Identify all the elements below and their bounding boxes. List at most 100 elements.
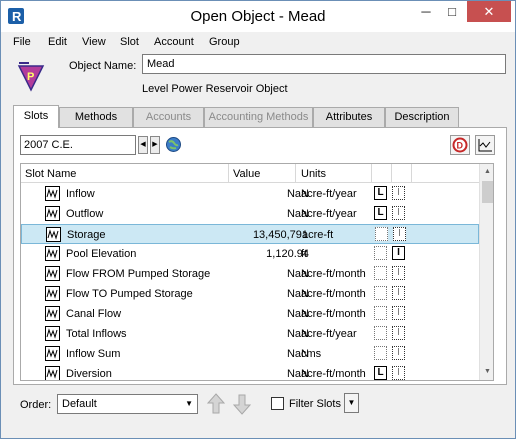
flag-2-icon[interactable]: I [392, 286, 405, 300]
series-slot-icon [45, 206, 60, 221]
table-row[interactable]: Storage 13,450,791 acre-ft I [21, 224, 479, 244]
col-value[interactable]: Value [233, 168, 260, 180]
slot-name: Diversion [66, 368, 112, 380]
series-slot-icon [46, 227, 61, 242]
plot-icon[interactable] [475, 135, 495, 155]
table-row[interactable]: Pool Elevation 1,120.94 ft I [21, 244, 479, 264]
tab-description[interactable]: Description [385, 107, 459, 127]
slot-name: Inflow Sum [66, 348, 121, 360]
series-slot-icon [45, 186, 60, 201]
slot-name: Outflow [66, 208, 104, 220]
menu-account[interactable]: Account [154, 36, 194, 48]
filter-dropdown-button[interactable]: ▼ [344, 393, 359, 413]
slot-name: Canal Flow [66, 308, 122, 320]
col-slot-name[interactable]: Slot Name [25, 168, 76, 180]
globe-icon[interactable] [165, 136, 182, 153]
dispatch-disable-icon[interactable]: D [450, 135, 470, 155]
order-selected-value: Default [62, 398, 97, 410]
menu-edit[interactable]: Edit [48, 36, 67, 48]
filter-slots-checkbox[interactable] [271, 397, 284, 410]
slot-units: cms [301, 348, 322, 360]
flag-2-icon[interactable]: I [392, 266, 405, 280]
slot-name: Flow FROM Pumped Storage [66, 268, 211, 280]
flag-1-icon[interactable]: L [374, 206, 387, 220]
flag-2-icon[interactable]: I [392, 206, 405, 220]
previous-timestep-button[interactable]: ◀ [138, 136, 148, 154]
series-slot-icon [45, 266, 60, 281]
menu-slot[interactable]: Slot [120, 36, 139, 48]
menu-view[interactable]: View [82, 36, 106, 48]
slot-units: acre-ft/year [301, 188, 357, 200]
flag-1-icon[interactable] [374, 306, 387, 320]
slots-table: Slot Name Value Units Inflow NaN acre-ft/y… [20, 163, 494, 381]
minimize-button[interactable]: ─ [413, 1, 439, 22]
tab-attributes[interactable]: Attributes [313, 107, 385, 127]
flag-2-icon[interactable]: I [392, 306, 405, 320]
scroll-thumb[interactable] [482, 181, 493, 203]
chevron-down-icon: ▼ [185, 399, 193, 408]
move-down-button[interactable] [232, 392, 252, 416]
table-row[interactable]: Total Inflows NaN acre-ft/year I [21, 324, 479, 344]
slot-units: acre-ft/month [301, 288, 366, 300]
object-name-label: Object Name: [69, 60, 137, 72]
tab-bar: Slots Methods Accounts Accounting Method… [13, 105, 508, 128]
close-button[interactable]: ✕ [467, 1, 511, 22]
slot-name: Inflow [66, 188, 95, 200]
order-dropdown[interactable]: Default ▼ [57, 394, 198, 414]
object-type-text: Level Power Reservoir Object [142, 83, 288, 95]
slot-units: acre-ft/year [301, 208, 357, 220]
series-slot-icon [45, 306, 60, 321]
flag-1-icon[interactable] [374, 286, 387, 300]
flag-1-icon[interactable] [374, 266, 387, 280]
series-slot-icon [45, 246, 60, 261]
table-row[interactable]: Outflow NaN acre-ft/year L I [21, 204, 479, 224]
object-name-field[interactable]: Mead [142, 54, 506, 74]
flag-2-icon[interactable]: I [392, 366, 405, 380]
slot-name: Pool Elevation [66, 248, 137, 260]
move-up-button[interactable] [206, 392, 226, 416]
slot-value: 13,450,791 [252, 229, 308, 241]
menu-group[interactable]: Group [209, 36, 240, 48]
series-slot-icon [45, 366, 60, 380]
slot-name: Flow TO Pumped Storage [66, 288, 193, 300]
slot-units: acre-ft/month [301, 308, 366, 320]
table-row[interactable]: Flow FROM Pumped Storage NaN acre-ft/month… [21, 264, 479, 284]
series-slot-icon [45, 326, 60, 341]
slot-units: acre-ft/month [301, 368, 366, 380]
reservoir-object-icon: P [17, 58, 45, 92]
flag-1-icon[interactable] [374, 246, 387, 260]
col-units[interactable]: Units [301, 168, 326, 180]
maximize-button[interactable]: □ [439, 1, 465, 22]
flag-2-icon[interactable]: I [392, 346, 405, 360]
series-slot-icon [45, 346, 60, 361]
table-row[interactable]: Canal Flow NaN acre-ft/month I [21, 304, 479, 324]
slot-units: acre-ft/year [301, 328, 357, 340]
flag-2-icon[interactable]: I [392, 326, 405, 340]
tab-methods[interactable]: Methods [59, 107, 133, 127]
flag-1-icon[interactable]: L [374, 186, 387, 200]
open-object-window: R Open Object - Mead ─ □ ✕ File Edit Vie… [0, 0, 516, 439]
filter-slots-label: Filter Slots [289, 398, 341, 410]
tab-slots[interactable]: Slots [13, 105, 59, 128]
flag-1-icon[interactable] [374, 326, 387, 340]
flag-2-icon[interactable]: I [393, 227, 406, 241]
table-row[interactable]: Inflow Sum NaN cms I [21, 344, 479, 364]
flag-2-icon[interactable]: I [392, 186, 405, 200]
scroll-up-icon[interactable]: ▲ [480, 164, 493, 180]
date-field[interactable]: 2007 C.E. [20, 135, 136, 155]
flag-1-icon[interactable] [374, 346, 387, 360]
series-slot-icon [45, 286, 60, 301]
scroll-down-icon[interactable]: ▼ [480, 364, 493, 380]
flag-1-icon[interactable] [375, 227, 388, 241]
next-timestep-button[interactable]: ▶ [150, 136, 160, 154]
table-row[interactable]: Inflow NaN acre-ft/year L I [21, 184, 479, 204]
tab-accounts[interactable]: Accounts [133, 107, 204, 127]
table-row[interactable]: Diversion NaN acre-ft/month L I [21, 364, 479, 380]
vertical-scrollbar[interactable]: ▲ ▼ [479, 164, 493, 380]
tab-accounting-methods[interactable]: Accounting Methods [204, 107, 313, 127]
table-row[interactable]: Flow TO Pumped Storage NaN acre-ft/month I [21, 284, 479, 304]
svg-text:D: D [457, 141, 464, 151]
menu-file[interactable]: File [13, 36, 31, 48]
flag-1-icon[interactable]: L [374, 366, 387, 380]
flag-2-icon[interactable]: I [392, 246, 405, 260]
